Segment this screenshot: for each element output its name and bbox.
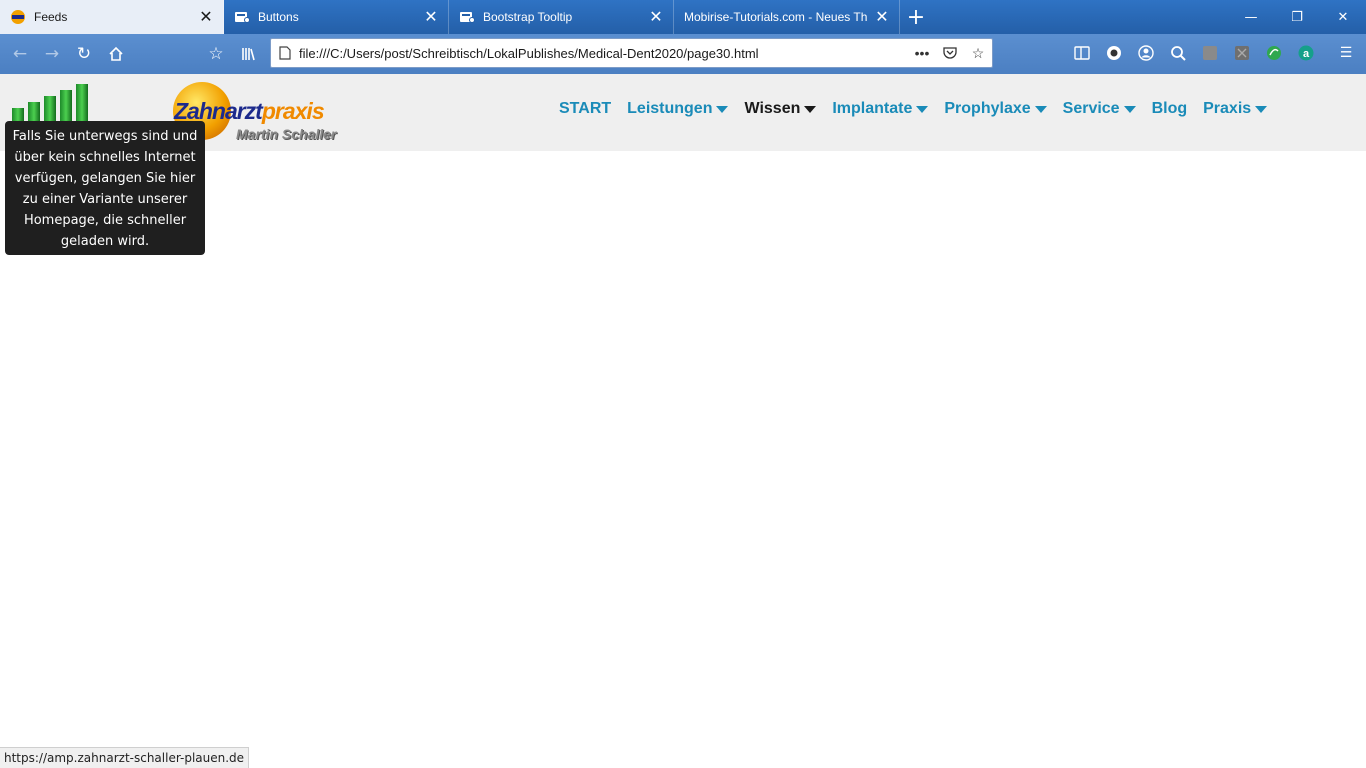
menu-item-leistungen[interactable]: Leistungen xyxy=(627,100,729,118)
tab-feeds[interactable]: Feeds ✕ xyxy=(0,0,224,34)
extension-green-button[interactable] xyxy=(1258,38,1290,68)
minimize-button[interactable]: — xyxy=(1228,0,1274,34)
page-icon xyxy=(271,46,299,60)
tab-strip: Feeds ✕ Buttons ✕ Bootstrap Tooltip ✕ Mo… xyxy=(0,0,1366,34)
restore-button[interactable]: ❐ xyxy=(1274,0,1320,34)
logo-subtitle: Martin Schaller xyxy=(236,126,337,142)
tab-bootstrap-tooltip[interactable]: Bootstrap Tooltip ✕ xyxy=(449,0,674,34)
tab-title: Buttons xyxy=(258,10,299,24)
caret-down-icon xyxy=(1123,105,1136,113)
menu-item-implantate[interactable]: Implantate xyxy=(832,100,929,118)
page-actions-icon[interactable]: ••• xyxy=(908,45,936,61)
menu-item-label: Implantate xyxy=(832,100,913,117)
account-icon xyxy=(1138,45,1154,61)
search-icon xyxy=(1171,46,1186,61)
extension-circle-icon xyxy=(1107,46,1121,60)
tab-buttons[interactable]: Buttons ✕ xyxy=(224,0,449,34)
arrow-right-icon: → xyxy=(44,44,60,64)
new-tab-button[interactable]: + xyxy=(900,0,932,34)
svg-text:a: a xyxy=(1303,48,1310,60)
close-tab-icon[interactable]: ✕ xyxy=(873,8,891,26)
logo-word-praxis: praxis xyxy=(261,98,325,124)
menu-item-label: Wissen xyxy=(744,100,801,117)
close-window-button[interactable]: ✕ xyxy=(1320,0,1366,34)
main-menu: START Leistungen Wissen Implantate Proph… xyxy=(559,100,1283,118)
menu-item-label: START xyxy=(559,100,612,117)
close-tab-icon[interactable]: ✕ xyxy=(422,8,440,26)
close-tab-icon[interactable]: ✕ xyxy=(197,8,215,26)
home-button[interactable] xyxy=(100,38,132,70)
toolbar-extensions: a ☰ xyxy=(1066,38,1362,68)
zahnarzt-favicon-icon xyxy=(10,9,26,25)
library-icon xyxy=(242,48,255,61)
reader-view-button[interactable] xyxy=(1066,38,1098,68)
menu-item-label: Praxis xyxy=(1203,100,1252,117)
grid-icon xyxy=(1235,46,1249,60)
amazon-extension-button[interactable]: a xyxy=(1290,38,1322,68)
menu-item-prophylaxe[interactable]: Prophylaxe xyxy=(944,100,1047,118)
menu-item-label: Service xyxy=(1062,100,1120,117)
reload-button[interactable]: ↻ xyxy=(68,38,100,70)
caret-down-icon xyxy=(1255,105,1268,113)
url-text[interactable]: file:///C:/Users/post/Schreibtisch/Lokal… xyxy=(299,46,908,61)
tab-mobirise-tutorials[interactable]: Mobirise-Tutorials.com - Neues Th ✕ xyxy=(674,0,900,34)
bookmark-star-button[interactable]: ☆ xyxy=(200,38,232,70)
caret-down-icon xyxy=(716,105,729,113)
bookmark-star-icon: ☆ xyxy=(208,44,224,64)
menu-item-praxis[interactable]: Praxis xyxy=(1203,100,1268,118)
back-button[interactable]: ← xyxy=(4,38,36,70)
mobirise-favicon-icon xyxy=(459,9,475,25)
extension-button[interactable] xyxy=(1098,38,1130,68)
library-button[interactable] xyxy=(232,38,264,70)
navigation-toolbar: ← → ↻ ☆ file:///C:/Users/post/Schreibtis… xyxy=(0,34,1366,74)
menu-item-service[interactable]: Service xyxy=(1063,100,1136,118)
caret-down-icon xyxy=(1034,105,1047,113)
menu-button[interactable]: ☰ xyxy=(1330,38,1362,68)
pocket-icon[interactable] xyxy=(936,46,964,60)
mobirise-favicon-icon xyxy=(234,9,250,25)
tab-title: Feeds xyxy=(34,10,68,24)
extension-grey-button[interactable] xyxy=(1194,38,1226,68)
menu-item-label: Leistungen xyxy=(627,100,713,117)
menu-item-blog[interactable]: Blog xyxy=(1152,100,1188,118)
menu-item-start[interactable]: START xyxy=(559,100,611,118)
amazon-icon: a xyxy=(1298,45,1314,61)
hamburger-menu-icon: ☰ xyxy=(1339,45,1353,61)
address-bar[interactable]: file:///C:/Users/post/Schreibtisch/Lokal… xyxy=(270,38,993,68)
window-controls: — ❐ ✕ xyxy=(1228,0,1366,34)
forward-button[interactable]: → xyxy=(36,38,68,70)
tooltip: Falls Sie unterwegs sind und über kein s… xyxy=(5,121,205,255)
menu-item-wissen[interactable]: Wissen xyxy=(744,100,817,118)
caret-down-icon xyxy=(916,105,929,113)
arrow-left-icon: ← xyxy=(12,44,28,64)
menu-item-label: Prophylaxe xyxy=(944,100,1031,117)
search-extension-button[interactable] xyxy=(1162,38,1194,68)
extension-grid-button[interactable] xyxy=(1226,38,1258,68)
home-icon xyxy=(109,46,123,61)
tab-title: Mobirise-Tutorials.com - Neues Th xyxy=(684,10,867,24)
caret-down-icon xyxy=(804,105,817,113)
reload-icon: ↻ xyxy=(76,44,92,64)
status-bar-link: https://amp.zahnarzt-schaller-plauen.de xyxy=(0,747,250,768)
tab-title: Bootstrap Tooltip xyxy=(483,10,573,24)
sidebar-icon xyxy=(1074,46,1090,60)
account-button[interactable] xyxy=(1130,38,1162,68)
puzzle-icon xyxy=(1203,46,1217,60)
bookmark-page-icon[interactable]: ☆ xyxy=(964,45,992,62)
close-tab-icon[interactable]: ✕ xyxy=(647,8,665,26)
menu-item-label: Blog xyxy=(1151,100,1188,117)
leaf-icon xyxy=(1267,46,1281,60)
